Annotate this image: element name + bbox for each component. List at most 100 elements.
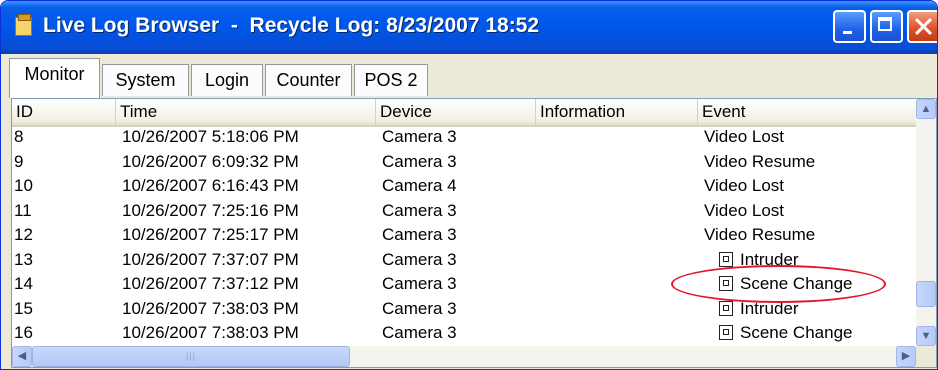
event-snapshot-icon [719,325,733,340]
scroll-left-button[interactable]: ◀ [12,346,32,367]
window-title: Live Log Browser - Recycle Log: 8/23/200… [43,14,540,37]
cell-id-text: 13 [14,249,33,269]
tab-system[interactable]: System [102,64,189,96]
table-row[interactable]: 8 10/26/2007 5:18:06 PM Camera 3 Video Lost [12,126,916,151]
table-row[interactable]: 13 10/26/2007 7:37:07 PM Camera 3 Intruder [12,249,916,274]
cell-id: 12 [14,225,33,245]
cell-event: Intruder [719,250,799,270]
table-row[interactable]: 14 10/26/2007 7:37:12 PM Camera 3 Scene Cha… [12,273,916,298]
cell-device: Camera 3 [382,299,457,319]
column-header-device[interactable]: Device [376,99,536,125]
column-header-time[interactable]: Time [116,99,376,125]
vertical-scrollbar[interactable]: ▲ ▼ [916,99,936,346]
cell-device: Camera 3 [382,127,457,147]
cell-device-text: Camera 3 [382,200,457,220]
cell-time: 10/26/2007 7:37:12 PM [122,274,299,294]
tab-pos-2[interactable]: POS 2 [354,64,428,96]
cell-time-text: 10/26/2007 6:16:43 PM [122,176,299,195]
cell-event-text: Video Resume [704,151,816,171]
cell-event-text: Video Resume [704,225,816,244]
cell-id-text: 12 [14,225,33,244]
column-header-information[interactable]: Information [536,99,698,125]
column-header-id[interactable]: ID [12,99,116,125]
table-row[interactable]: 9 10/26/2007 6:09:32 PM Camera 3 Video Resu… [12,151,916,176]
table-row[interactable]: 12 10/26/2007 7:25:17 PM Camera 3 Video Res… [12,224,916,249]
app-window: Live Log Browser - Recycle Log: 8/23/200… [0,0,938,370]
cell-time: 10/26/2007 7:38:03 PM [122,299,299,319]
scroll-down-button[interactable]: ▼ [916,326,936,346]
cell-id: 8 [14,127,23,147]
cell-device-text: Camera 3 [382,127,457,146]
tab-login[interactable]: Login [191,64,263,96]
cell-device-text: Camera 3 [382,225,457,244]
cell-id: 15 [14,299,33,319]
cell-id-text: 16 [14,323,33,342]
list-header: ID Time Device Information Event [12,99,916,127]
cell-event: Scene Change [719,274,852,294]
event-snapshot-icon [719,251,733,267]
tab-counter[interactable]: Counter [265,64,352,96]
cell-time-text: 10/26/2007 7:37:07 PM [122,249,299,269]
cell-id-text: 14 [14,274,33,293]
cell-id-text: 9 [14,151,24,171]
cell-id: 13 [14,250,33,270]
column-header-event[interactable]: Event [698,99,916,125]
cell-event-text: Scene Change [740,274,853,293]
vertical-scroll-thumb[interactable] [916,281,936,307]
cell-id: 10 [14,176,33,196]
cell-event: Scene Change [719,323,852,343]
table-row[interactable]: 10 10/26/2007 6:16:43 PM Camera 4 Video Los… [12,175,916,200]
cell-time-text: 10/26/2007 7:37:12 PM [122,274,299,293]
cell-device: Camera 3 [382,225,457,245]
maximize-button[interactable] [870,10,903,43]
cell-event: Video Lost [704,176,784,196]
cell-event: Video Lost [704,201,784,221]
cell-device: Camera 3 [382,274,457,294]
cell-device-text: Camera 3 [382,298,457,318]
cell-id: 9 [14,152,23,172]
cell-event-text: Intruder [740,249,799,269]
horizontal-scroll-thumb[interactable]: ||| [32,346,350,367]
scroll-up-button[interactable]: ▲ [916,99,936,119]
close-button[interactable] [907,10,937,43]
cell-device-text: Camera 3 [382,323,457,342]
cell-event-text: Intruder [740,298,799,318]
cell-time: 10/26/2007 5:18:06 PM [122,127,299,147]
minimize-button[interactable] [833,10,866,43]
cell-time-text: 10/26/2007 7:38:03 PM [122,298,299,318]
log-list[interactable]: ID Time Device Information Event 8 10/26/… [11,98,937,368]
cell-id: 16 [14,323,33,343]
cell-device: Camera 3 [382,323,457,343]
cell-id-text: 15 [14,298,33,318]
cell-id-text: 8 [14,127,24,146]
event-snapshot-icon [719,276,733,291]
clipboard-icon [15,14,32,36]
event-snapshot-icon [719,300,733,316]
cell-time: 10/26/2007 6:16:43 PM [122,176,299,196]
horizontal-scrollbar[interactable]: ◀ ||| ▶ [12,346,916,367]
scroll-right-button[interactable]: ▶ [896,346,916,367]
cell-device: Camera 3 [382,152,457,172]
cell-device: Camera 4 [382,176,457,196]
cell-time-text: 10/26/2007 7:25:16 PM [122,200,299,220]
title-bar[interactable]: Live Log Browser - Recycle Log: 8/23/200… [1,1,937,54]
cell-device-text: Camera 3 [382,274,457,293]
list-rows: 8 10/26/2007 5:18:06 PM Camera 3 Video Lost… [12,126,916,347]
table-row[interactable]: 15 10/26/2007 7:38:03 PM Camera 3 Intruder [12,298,916,323]
cell-device-text: Camera 3 [382,249,457,269]
cell-event: Video Lost [704,127,784,147]
cell-device: Camera 3 [382,250,457,270]
cell-device-text: Camera 3 [382,151,457,171]
tab-monitor[interactable]: Monitor [9,58,100,98]
cell-time-text: 10/26/2007 7:25:17 PM [122,225,299,244]
cell-device: Camera 3 [382,201,457,221]
table-row[interactable]: 11 10/26/2007 7:25:16 PM Camera 3 Video Los… [12,200,916,225]
table-row[interactable]: 16 10/26/2007 7:38:03 PM Camera 3 Scene Cha… [12,322,916,347]
cell-device-text: Camera 4 [382,176,457,195]
cell-id-text: 11 [14,200,32,220]
cell-time: 10/26/2007 7:38:03 PM [122,323,299,343]
cell-event-text: Video Lost [704,200,785,220]
cell-event-text: Scene Change [740,323,853,342]
cell-event-text: Video Lost [704,127,785,146]
resize-grip[interactable] [916,346,936,367]
